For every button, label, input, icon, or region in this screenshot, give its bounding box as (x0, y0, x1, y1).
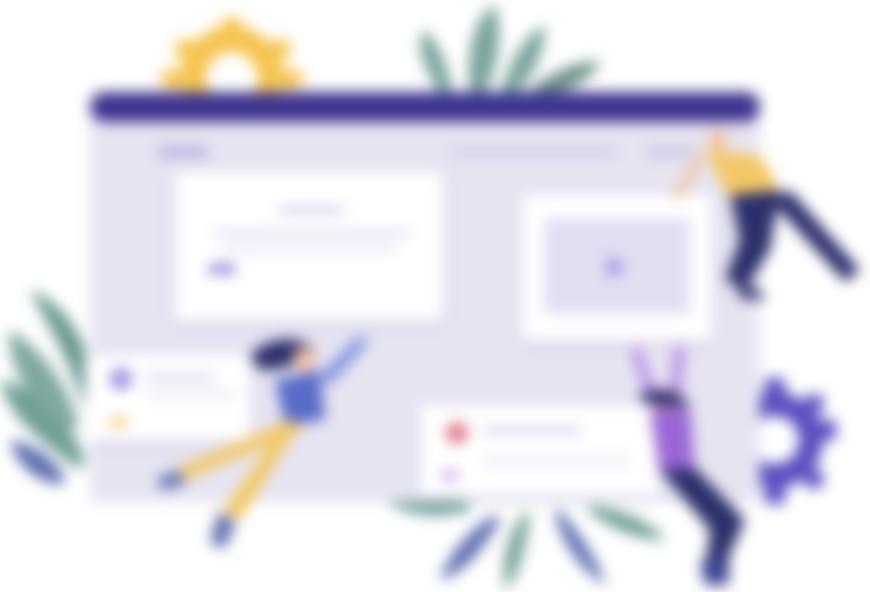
figure-woman-lifting (630, 345, 745, 585)
figures-layer (158, 129, 860, 585)
figure-woman-reaching (158, 335, 368, 548)
figure-man-jumping (672, 129, 860, 300)
illustration-scene (0, 0, 870, 592)
